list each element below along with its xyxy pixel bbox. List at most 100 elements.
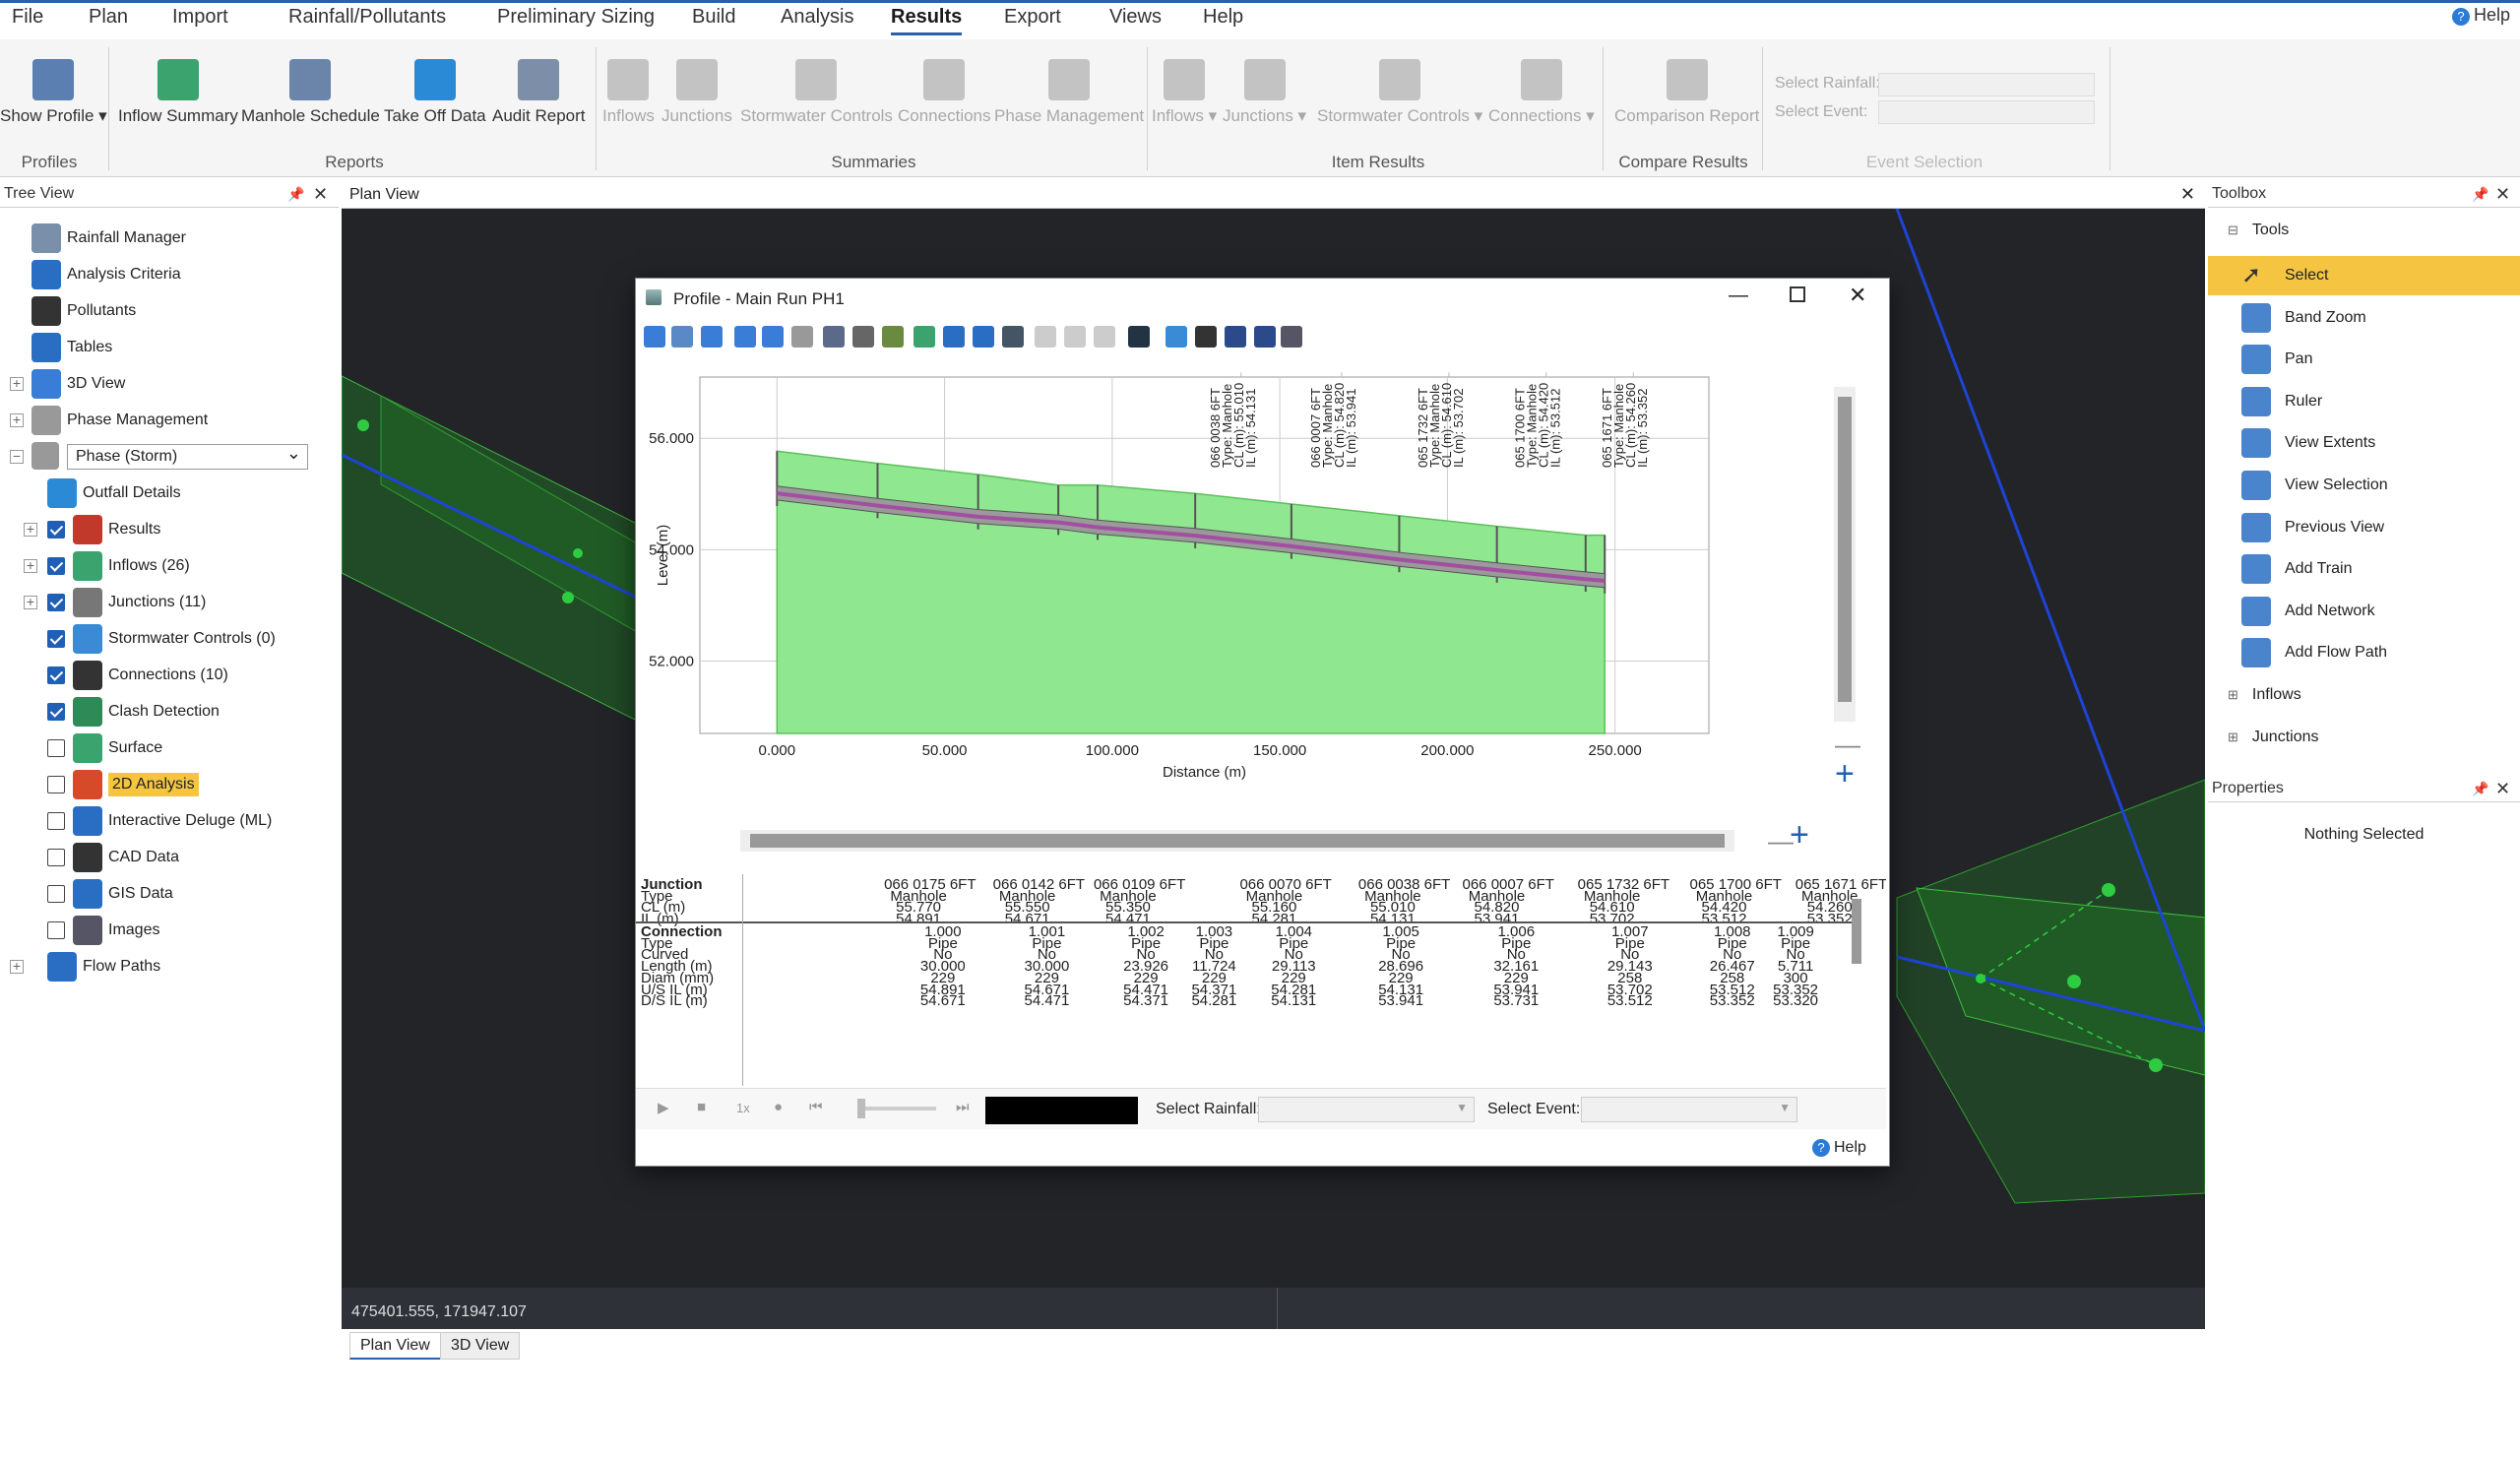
dialog-title-bar[interactable]: Profile - Main Run PH1 — ✕ bbox=[636, 279, 1889, 318]
tree-item-interactive-deluge-ml[interactable]: Interactive Deluge (ML) bbox=[47, 806, 272, 836]
tree-item-results[interactable]: Results bbox=[47, 515, 160, 544]
visibility-checkbox[interactable] bbox=[47, 521, 65, 539]
ribbon-button-take-off-data[interactable]: Take Off Data bbox=[384, 59, 486, 126]
tree-item-junctions-11[interactable]: Junctions (11) bbox=[47, 588, 206, 617]
ribbon-button-inflows[interactable]: Inflows ▾ bbox=[1152, 59, 1217, 126]
visibility-checkbox[interactable] bbox=[47, 630, 65, 648]
speed-button[interactable]: 1x bbox=[736, 1101, 750, 1115]
maximize-icon[interactable] bbox=[1790, 286, 1805, 302]
tree-item-phase-management[interactable]: Phase Management bbox=[32, 406, 208, 435]
text-icon[interactable] bbox=[1195, 326, 1217, 348]
tools-section[interactable]: ⊟ Tools bbox=[2228, 222, 2289, 239]
zoom-in-icon[interactable]: + bbox=[1835, 757, 1855, 791]
close-icon[interactable]: ✕ bbox=[2495, 184, 2510, 205]
tree-item-connections-10[interactable]: Connections (10) bbox=[47, 661, 228, 690]
ribbon-button-comparison-report[interactable]: Comparison Report bbox=[1614, 59, 1759, 126]
play-icon[interactable]: ▶ bbox=[658, 1099, 669, 1116]
phase-dropdown[interactable]: Phase (Storm) ⌄ bbox=[67, 443, 308, 470]
tool-add-network[interactable]: Add Network bbox=[2208, 592, 2520, 631]
tab-plan-view[interactable]: Plan View bbox=[349, 1332, 441, 1360]
slider-handle[interactable] bbox=[857, 1099, 865, 1118]
ribbon-button-manhole-schedule[interactable]: Manhole Schedule bbox=[241, 59, 380, 126]
close-icon[interactable]: ✕ bbox=[2180, 184, 2195, 205]
tree-item-cad-data[interactable]: CAD Data bbox=[47, 843, 179, 872]
stop-icon[interactable]: ■ bbox=[697, 1099, 706, 1115]
ribbon-button-junctions[interactable]: Junctions bbox=[662, 59, 732, 126]
table-icon[interactable] bbox=[1094, 326, 1115, 348]
visibility-checkbox[interactable] bbox=[47, 594, 65, 611]
tree-item-inflows-26[interactable]: Inflows (26) bbox=[47, 551, 190, 581]
zoom-box-icon[interactable] bbox=[671, 326, 693, 348]
dialog-help-button[interactable]: ? Help bbox=[1812, 1139, 1866, 1157]
menu-help[interactable]: Help bbox=[1203, 6, 1243, 29]
save-icon[interactable] bbox=[1225, 326, 1246, 348]
menu-plan[interactable]: Plan bbox=[89, 6, 128, 29]
expand-icon[interactable]: + bbox=[10, 376, 24, 391]
menu-analysis[interactable]: Analysis bbox=[781, 6, 853, 29]
tool-pan[interactable]: Pan bbox=[2208, 340, 2520, 379]
expand-icon[interactable]: + bbox=[24, 522, 37, 537]
level-icon[interactable] bbox=[882, 326, 904, 348]
tab-3d-view[interactable]: 3D View bbox=[440, 1332, 521, 1360]
rewind-icon[interactable]: ⏮ bbox=[809, 1099, 823, 1115]
close-icon[interactable]: ✕ bbox=[2495, 779, 2510, 799]
tool-view-extents[interactable]: View Extents bbox=[2208, 423, 2520, 463]
zoom-in-icon[interactable]: + bbox=[1790, 818, 1809, 852]
help-top-button[interactable]: ? Help bbox=[2451, 5, 2510, 26]
select-rainfall-dropdown[interactable] bbox=[1878, 73, 2095, 96]
tree-item-outfall-details[interactable]: Outfall Details bbox=[47, 478, 181, 508]
menu-preliminary-sizing[interactable]: Preliminary Sizing bbox=[497, 6, 655, 29]
visibility-checkbox[interactable] bbox=[47, 557, 65, 575]
tree-item-stormwater-controls-0[interactable]: Stormwater Controls (0) bbox=[47, 624, 276, 654]
settings-icon[interactable] bbox=[1281, 326, 1302, 348]
tree-item-rainfall-manager[interactable]: Rainfall Manager bbox=[32, 223, 186, 253]
pin-icon[interactable]: 📌 bbox=[2472, 186, 2488, 203]
time-slider[interactable] bbox=[857, 1107, 936, 1110]
ribbon-button-audit-report[interactable]: Audit Report bbox=[492, 59, 586, 126]
forward-icon[interactable]: ⏭ bbox=[956, 1099, 970, 1115]
tool-view-selection[interactable]: View Selection bbox=[2208, 466, 2520, 505]
horizontal-zoom-scrollbar[interactable] bbox=[740, 830, 1734, 852]
save-as-icon[interactable] bbox=[1254, 326, 1276, 348]
menu-build[interactable]: Build bbox=[692, 6, 735, 29]
tool-band-zoom[interactable]: Band Zoom bbox=[2208, 298, 2520, 338]
menu-views[interactable]: Views bbox=[1109, 6, 1162, 29]
scissor-icon[interactable] bbox=[1035, 326, 1056, 348]
minimize-icon[interactable]: — bbox=[1729, 285, 1748, 307]
ribbon-button-inflow-summary[interactable]: Inflow Summary bbox=[118, 59, 238, 126]
tree-item-surface[interactable]: Surface bbox=[47, 733, 162, 763]
select-rainfall-dropdown[interactable]: ▼ bbox=[1258, 1097, 1475, 1122]
record-icon[interactable]: ● bbox=[774, 1099, 783, 1115]
collapse-icon[interactable]: − bbox=[10, 449, 24, 464]
ribbon-button-connections[interactable]: Connections bbox=[898, 59, 991, 126]
close-icon[interactable]: ✕ bbox=[1849, 283, 1866, 308]
close-icon[interactable]: ✕ bbox=[313, 184, 328, 205]
tool-add-flow-path[interactable]: Add Flow Path bbox=[2208, 633, 2520, 672]
ribbon-button-inflows[interactable]: Inflows bbox=[602, 59, 655, 126]
ribbon-button-stormwater-controls[interactable]: Stormwater Controls bbox=[740, 59, 893, 126]
menu-export[interactable]: Export bbox=[1004, 6, 1061, 29]
layer-icon[interactable] bbox=[943, 326, 965, 348]
select-event-dropdown[interactable]: ▼ bbox=[1581, 1097, 1797, 1122]
tree-item-images[interactable]: Images bbox=[47, 916, 159, 945]
tree-item-pollutants[interactable]: Pollutants bbox=[32, 296, 136, 326]
ribbon-button-connections[interactable]: Connections ▾ bbox=[1488, 59, 1595, 126]
visibility-checkbox[interactable] bbox=[47, 739, 65, 757]
zoom-extents-icon[interactable] bbox=[734, 326, 756, 348]
vertical-zoom-scrollbar[interactable] bbox=[1834, 387, 1856, 722]
export-icon[interactable] bbox=[1128, 326, 1150, 348]
zoom-out-icon[interactable]: — bbox=[1835, 731, 1860, 757]
expand-icon[interactable]: + bbox=[10, 959, 24, 974]
tree-item-clash-detection[interactable]: Clash Detection bbox=[47, 697, 220, 727]
tool-ruler[interactable]: Ruler bbox=[2208, 382, 2520, 421]
tool-previous-view[interactable]: Previous View bbox=[2208, 508, 2520, 547]
refresh-icon[interactable] bbox=[791, 326, 813, 348]
visibility-checkbox[interactable] bbox=[47, 812, 65, 830]
scroll-thumb[interactable] bbox=[1838, 397, 1852, 702]
layer-icon[interactable] bbox=[973, 326, 994, 348]
zoom-selection-icon[interactable] bbox=[762, 326, 784, 348]
pan-icon[interactable] bbox=[701, 326, 723, 348]
tree-item-gis-data[interactable]: GIS Data bbox=[47, 879, 173, 909]
select-event-dropdown[interactable] bbox=[1878, 100, 2095, 124]
visibility-checkbox[interactable] bbox=[47, 703, 65, 721]
